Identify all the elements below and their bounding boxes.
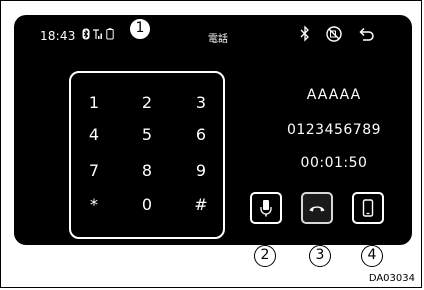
bluetooth-small-icon bbox=[82, 28, 90, 40]
key-3[interactable]: 3 bbox=[186, 93, 216, 113]
callout-3: 3 bbox=[309, 245, 331, 267]
callout-1: 1 bbox=[129, 18, 151, 40]
key-star[interactable]: * bbox=[79, 195, 109, 215]
status-icons-right bbox=[299, 25, 375, 47]
caller-name: AAAAA bbox=[306, 87, 362, 103]
dial-keypad: 1 2 3 4 5 6 7 8 9 * 0 # bbox=[69, 71, 225, 239]
key-1[interactable]: 1 bbox=[79, 93, 109, 113]
key-4[interactable]: 4 bbox=[79, 125, 109, 145]
phone-device-icon bbox=[362, 199, 374, 217]
microphone-icon bbox=[260, 200, 272, 217]
callout-4: 4 bbox=[361, 245, 383, 267]
end-call-icon bbox=[309, 206, 325, 212]
key-9[interactable]: 9 bbox=[186, 161, 216, 181]
key-0[interactable]: 0 bbox=[132, 195, 162, 215]
bluetooth-icon bbox=[299, 25, 311, 47]
callout-2: 2 bbox=[254, 245, 276, 267]
figure-code: DA03034 bbox=[368, 273, 415, 284]
screen-title: 電話 bbox=[208, 34, 228, 45]
key-hash[interactable]: # bbox=[186, 195, 216, 215]
key-2[interactable]: 2 bbox=[132, 93, 162, 113]
call-duration: 00:01:50 bbox=[300, 155, 368, 171]
back-icon[interactable] bbox=[357, 25, 375, 47]
key-8[interactable]: 8 bbox=[132, 161, 162, 181]
callout-4-leader bbox=[372, 226, 374, 247]
key-7[interactable]: 7 bbox=[79, 161, 109, 181]
key-6[interactable]: 6 bbox=[186, 125, 216, 145]
clock: 18:43 bbox=[40, 29, 76, 43]
phone-screen: 18:43 電話 1 2 3 4 5 6 7 8 9 * 0 # AAAAA 0… bbox=[14, 15, 412, 245]
caller-number: 0123456789 bbox=[286, 122, 382, 138]
end-call-button[interactable] bbox=[301, 192, 333, 224]
battery-icon bbox=[106, 28, 114, 40]
status-icons bbox=[82, 28, 114, 40]
mute-icon[interactable] bbox=[325, 25, 343, 47]
callout-1-leader bbox=[140, 36, 142, 68]
status-bar: 18:43 電話 bbox=[14, 15, 412, 51]
mic-mute-button[interactable] bbox=[250, 192, 282, 224]
signal-icon bbox=[93, 29, 102, 39]
handset-switch-button[interactable] bbox=[352, 192, 384, 224]
key-5[interactable]: 5 bbox=[132, 125, 162, 145]
callout-2-leader bbox=[265, 226, 267, 247]
figure-frame: 18:43 電話 1 2 3 4 5 6 7 8 9 * 0 # AAAAA 0… bbox=[0, 0, 422, 288]
callout-3-leader bbox=[320, 226, 322, 247]
